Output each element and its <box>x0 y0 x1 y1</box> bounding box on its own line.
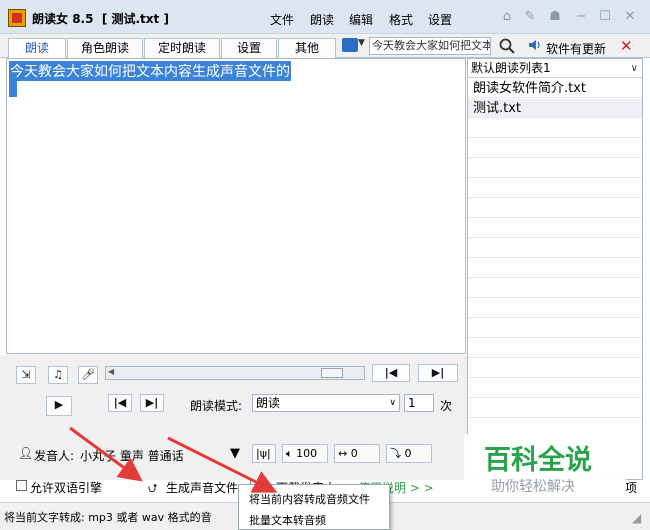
progress-slider[interactable]: ◀ <box>105 366 365 380</box>
app-logo-icon <box>8 9 26 27</box>
playlist-empty-row <box>468 359 642 378</box>
caret-down-icon[interactable]: ▼ <box>230 446 240 461</box>
minimize-icon[interactable]: − <box>572 8 590 26</box>
selected-text[interactable]: 今天教会大家如何把文本内容生成声音文件的 <box>9 61 291 81</box>
next-button[interactable]: ▶| <box>140 394 164 412</box>
generate-audio-menu: 将当前内容转成音频文件 批量文本转音频 <box>238 484 390 530</box>
playlist-empty-row <box>468 219 642 238</box>
read-mode-label: 朗读模式: <box>190 399 243 413</box>
playlist-empty-row <box>468 199 642 218</box>
playlist-item[interactable]: 朗读女软件简介.txt <box>468 79 642 98</box>
tab-role-read[interactable]: 角色朗读 <box>67 38 143 58</box>
pitch-value: 0 <box>404 447 412 460</box>
playlist-empty-row <box>468 159 642 178</box>
voice-wave-icon[interactable]: |ψ| <box>252 444 276 463</box>
volume-icon: 🔈︎ <box>286 447 293 460</box>
playlist-select[interactable]: 默认朗读列表1 ∨ <box>468 59 642 78</box>
playlist-empty-row <box>468 379 642 398</box>
menu-edit[interactable]: 编辑 <box>349 11 373 28</box>
speaker-label: 发音人: <box>34 449 75 463</box>
menu-item-batch-convert[interactable]: 批量文本转音频 <box>249 512 326 528</box>
playlist-empty-row <box>468 179 642 198</box>
app-title: 朗读女 8.5 [ 测试.txt ] <box>32 12 169 26</box>
menu-file[interactable]: 文件 <box>270 11 294 28</box>
menu-read[interactable]: 朗读 <box>310 11 334 28</box>
update-notice[interactable]: 软件有更新 <box>546 40 606 57</box>
repeat-count-input[interactable]: 1 <box>404 394 434 412</box>
voice-skin-icon[interactable] <box>342 38 358 52</box>
tab-read[interactable]: 朗读 <box>8 38 66 59</box>
import-icon[interactable]: ⇲ <box>16 366 36 384</box>
music-note-icon[interactable]: ♫ <box>48 366 68 384</box>
home-icon[interactable]: ⌂ <box>498 8 516 26</box>
shirt-icon[interactable]: ☗ <box>546 8 564 26</box>
resize-grip-icon[interactable]: ◢ <box>632 511 641 525</box>
pitch-icon: ⤵ <box>390 447 401 460</box>
speed-value: 0 <box>350 447 358 460</box>
playlist-empty-row <box>468 259 642 278</box>
search-input[interactable]: 今天教会大家如何把文本 <box>369 37 491 55</box>
pitch-control[interactable]: ⤵ 0 <box>386 444 432 463</box>
close-panel-icon[interactable]: ✕ <box>620 37 633 55</box>
user-icon: 👤︎ <box>18 446 34 460</box>
tab-timed-read[interactable]: 定时朗读 <box>144 38 220 58</box>
generate-audio-icon: ⮍ <box>148 481 158 495</box>
last-button[interactable]: ▶| <box>418 364 458 382</box>
menu-item-convert-current[interactable]: 将当前内容转成音频文件 <box>249 491 370 507</box>
play-button[interactable]: ▶ <box>46 396 72 416</box>
read-mode-select[interactable]: 朗读 ∨ <box>252 394 400 412</box>
playlist-empty-row <box>468 299 642 318</box>
search-icon[interactable] <box>498 37 516 55</box>
volume-control[interactable]: 🔈︎ 100 <box>282 444 328 463</box>
slider-left-arrow-icon[interactable]: ◀ <box>108 367 114 376</box>
playlist-empty-row <box>468 279 642 298</box>
title-bar: 朗读女 8.5 [ 测试.txt ] 文件 朗读 编辑 格式 设置 ⌂ ✎ ☗ … <box>0 0 650 34</box>
watermark-subtitle: 助你轻松解决 <box>491 479 575 495</box>
speaker-select[interactable]: 👤︎ 发音人: 小丸子 童声 普通话 ▼ <box>14 444 246 464</box>
speed-icon: ↔ <box>338 447 348 460</box>
speaker-update-icon <box>529 40 540 50</box>
repeat-count-unit: 次 <box>440 399 453 413</box>
speed-control[interactable]: ↔ 0 <box>334 444 380 463</box>
previous-button[interactable]: |◀ <box>108 394 132 412</box>
volume-value: 100 <box>296 447 318 460</box>
playlist-empty-row <box>468 239 642 258</box>
playlist-panel: 默认朗读列表1 ∨ 朗读女软件简介.txt 测试.txt <box>467 58 643 480</box>
bilingual-checkbox[interactable] <box>16 480 27 491</box>
bilingual-engine-label[interactable]: 允许双语引擎 <box>30 479 102 496</box>
close-icon[interactable]: ✕ <box>621 8 639 26</box>
watermark-title: 百科全说 <box>484 445 592 476</box>
voice-skin-caret-icon[interactable]: ▼ <box>358 38 365 48</box>
speaker-value: 小丸子 童声 普通话 <box>80 449 184 463</box>
playlist-empty-row <box>468 139 642 158</box>
generate-audio-button[interactable]: 生成声音文件 <box>166 479 238 496</box>
tools-icon[interactable]: ✎ <box>521 8 539 26</box>
chevron-down-icon: ∨ <box>630 63 638 74</box>
microphone-icon[interactable]: 🎤︎ <box>78 366 98 384</box>
options-suffix: 项 <box>625 481 638 495</box>
chevron-down-icon: ∨ <box>389 398 396 408</box>
text-caret <box>9 79 17 97</box>
tab-other[interactable]: 其他 <box>278 38 336 58</box>
progress-thumb[interactable] <box>321 368 343 378</box>
status-text: 将当前文字转成: mp3 或者 wav 格式的音 <box>4 511 212 524</box>
maximize-icon[interactable]: ☐ <box>596 8 614 26</box>
tab-settings[interactable]: 设置 <box>221 38 277 58</box>
first-button[interactable]: |◀ <box>372 364 410 382</box>
menu-format[interactable]: 格式 <box>389 11 413 28</box>
playlist-empty-row <box>468 399 642 418</box>
playlist-empty-row <box>468 319 642 338</box>
watermark: 百科全说 助你轻松解决 <box>464 434 626 500</box>
playlist-empty-row <box>468 119 642 138</box>
playlist-item[interactable]: 测试.txt <box>468 99 642 118</box>
playlist-empty-row <box>468 339 642 358</box>
text-editor[interactable]: 今天教会大家如何把文本内容生成声音文件的 <box>6 58 466 354</box>
menu-settings[interactable]: 设置 <box>428 11 452 28</box>
